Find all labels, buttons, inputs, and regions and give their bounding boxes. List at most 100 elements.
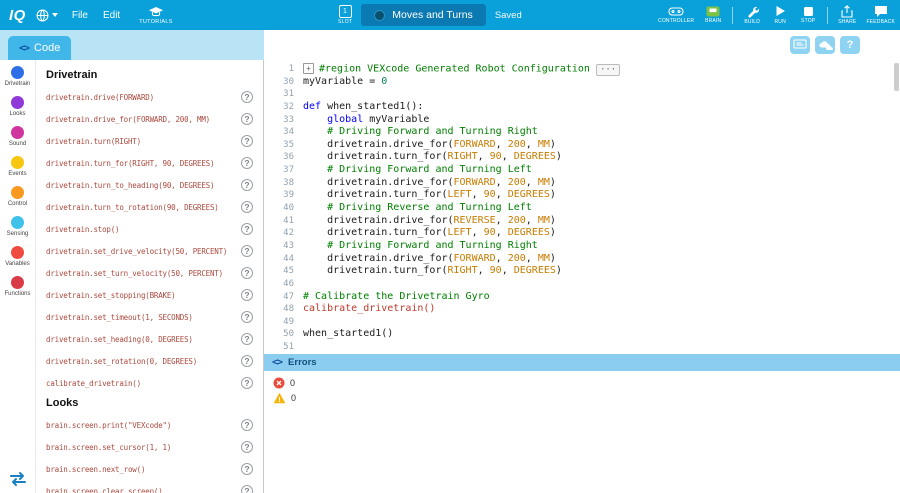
- project-name-box[interactable]: Moves and Turns: [361, 4, 486, 26]
- palette-command[interactable]: drivetrain.turn_to_rotation(90, DEGREES)…: [46, 196, 263, 218]
- code-text: drivetrain.turn_for(RIGHT, 90, DEGREES): [303, 265, 562, 278]
- help-icon[interactable]: ?: [241, 377, 253, 389]
- code-token: ,: [496, 177, 508, 188]
- help-icon[interactable]: ?: [241, 441, 253, 453]
- palette-command[interactable]: calibrate_drivetrain()?: [46, 372, 263, 394]
- palette-command[interactable]: drivetrain.turn_for(RIGHT, 90, DEGREES)?: [46, 152, 263, 174]
- help-icon[interactable]: ?: [241, 485, 253, 493]
- feedback-button[interactable]: FEEDBACK: [866, 5, 895, 26]
- help-icon[interactable]: ?: [241, 463, 253, 475]
- code-token: [303, 114, 327, 125]
- sidebar-category-functions[interactable]: Functions: [0, 276, 36, 297]
- help-icon[interactable]: ?: [241, 419, 253, 431]
- slot-label: SLOT: [338, 19, 352, 25]
- help-icon[interactable]: ?: [241, 113, 253, 125]
- help-icon[interactable]: ?: [241, 201, 253, 213]
- help-icon[interactable]: ?: [241, 311, 253, 323]
- palette-command[interactable]: drivetrain.set_heading(0, DEGREES)?: [46, 328, 263, 350]
- sidebar-category-looks[interactable]: Looks: [0, 96, 36, 117]
- help-icon[interactable]: ?: [241, 157, 253, 169]
- help-icon[interactable]: ?: [241, 333, 253, 345]
- palette-command[interactable]: drivetrain.turn_to_heading(90, DEGREES)?: [46, 174, 263, 196]
- share-button[interactable]: SHARE: [838, 5, 856, 26]
- sidebar-category-drivetrain[interactable]: Drivetrain: [0, 66, 36, 87]
- help-icon[interactable]: ?: [241, 223, 253, 235]
- code-token: FORWARD: [454, 177, 496, 188]
- help-icon[interactable]: ?: [241, 245, 253, 257]
- palette-command[interactable]: drivetrain.set_turn_velocity(50, PERCENT…: [46, 262, 263, 284]
- help-icon[interactable]: ?: [241, 267, 253, 279]
- palette-command[interactable]: brain.screen.next_row()?: [46, 458, 263, 480]
- palette-command[interactable]: drivetrain.set_stopping(BRAKE)?: [46, 284, 263, 306]
- errors-panel: <> Errors 0 ! 0: [264, 354, 900, 493]
- fold-icon[interactable]: +: [303, 63, 314, 74]
- errors-header[interactable]: <> Errors: [264, 354, 900, 371]
- sidebar-category-events[interactable]: Events: [0, 156, 36, 177]
- language-selector[interactable]: [36, 9, 58, 22]
- code-token: ): [550, 139, 556, 150]
- slot-button[interactable]: 1 SLOT: [338, 5, 352, 25]
- code-angle-icon: <>: [19, 43, 29, 54]
- code-line: 31: [264, 88, 900, 101]
- tab-code[interactable]: <> Code: [8, 36, 71, 60]
- cloud-icon[interactable]: [815, 36, 835, 54]
- code-token: ): [556, 265, 562, 276]
- help-icon[interactable]: ?: [241, 135, 253, 147]
- palette-command[interactable]: drivetrain.drive(FORWARD)?: [46, 86, 263, 108]
- code-token: # Driving Reverse and Turning Left: [303, 202, 532, 213]
- sidebar-category-control[interactable]: Control: [0, 186, 36, 207]
- palette-command-text: drivetrain.set_stopping(BRAKE): [46, 291, 175, 300]
- palette-command[interactable]: brain.screen.print("VEXcode")?: [46, 414, 263, 436]
- category-color-dot: [11, 186, 24, 199]
- code-token: 200: [508, 177, 526, 188]
- palette-command[interactable]: drivetrain.drive_for(FORWARD, 200, MM)?: [46, 108, 263, 130]
- code-editor[interactable]: 1+#region VEXcode Generated Robot Config…: [264, 60, 900, 354]
- palette-command[interactable]: drivetrain.set_drive_velocity(50, PERCEN…: [46, 240, 263, 262]
- controller-button[interactable]: CONTROLLER: [658, 6, 694, 25]
- code-token: RIGHT: [448, 265, 478, 276]
- code-line: 35 drivetrain.drive_for(FORWARD, 200, MM…: [264, 139, 900, 152]
- palette-command[interactable]: brain.screen.set_cursor(1, 1)?: [46, 436, 263, 458]
- palette-command-text: drivetrain.set_drive_velocity(50, PERCEN…: [46, 247, 227, 256]
- help-icon[interactable]: ?: [241, 289, 253, 301]
- line-number: 43: [264, 240, 303, 253]
- code-token: # Driving Forward and Turning Right: [303, 126, 538, 137]
- category-label: Events: [8, 171, 26, 177]
- stop-button[interactable]: STOP: [799, 6, 817, 25]
- console-icon[interactable]: [790, 36, 810, 54]
- help-icon[interactable]: ?: [241, 355, 253, 367]
- code-token: 200: [508, 253, 526, 264]
- help-icon[interactable]: ?: [241, 91, 253, 103]
- palette-command[interactable]: brain.screen.clear_screen()?: [46, 480, 263, 493]
- code-text: drivetrain.drive_for(REVERSE, 200, MM): [303, 215, 556, 228]
- menu-file[interactable]: File: [72, 10, 88, 21]
- menu-edit[interactable]: Edit: [103, 10, 120, 21]
- code-token: ,: [496, 189, 508, 200]
- palette-command[interactable]: drivetrain.set_timeout(1, SECONDS)?: [46, 306, 263, 328]
- palette-command[interactable]: drivetrain.stop()?: [46, 218, 263, 240]
- run-button[interactable]: RUN: [771, 5, 789, 25]
- line-number: 41: [264, 215, 303, 228]
- code-token: ,: [478, 265, 490, 276]
- palette-command[interactable]: drivetrain.set_rotation(0, DEGREES)?: [46, 350, 263, 372]
- sidebar-category-variables[interactable]: Variables: [0, 246, 36, 267]
- palette-command[interactable]: drivetrain.turn(RIGHT)?: [46, 130, 263, 152]
- code-token: ,: [496, 253, 508, 264]
- category-label: Drivetrain: [5, 81, 31, 87]
- build-button[interactable]: BUILD: [743, 5, 761, 26]
- editor-scrollbar[interactable]: [894, 63, 899, 91]
- code-token: ,: [472, 189, 484, 200]
- brain-button[interactable]: BRAIN: [704, 6, 722, 25]
- help-icon[interactable]: ?: [840, 36, 860, 54]
- swap-view-icon[interactable]: [8, 471, 28, 487]
- palette-command-text: brain.screen.set_cursor(1, 1): [46, 443, 171, 452]
- palette-command-list: Drivetraindrivetrain.drive(FORWARD)?driv…: [46, 69, 263, 493]
- sidebar-category-sensing[interactable]: Sensing: [0, 216, 36, 237]
- help-icon[interactable]: ?: [241, 179, 253, 191]
- folded-code-ellipsis[interactable]: ···: [596, 64, 620, 76]
- code-lines: 1+#region VEXcode Generated Robot Config…: [264, 63, 900, 354]
- sidebar-category-sound[interactable]: Sound: [0, 126, 36, 147]
- line-number: 37: [264, 164, 303, 177]
- tutorials-button[interactable]: TUTORIALS: [139, 6, 172, 25]
- code-line: 36 drivetrain.turn_for(RIGHT, 90, DEGREE…: [264, 151, 900, 164]
